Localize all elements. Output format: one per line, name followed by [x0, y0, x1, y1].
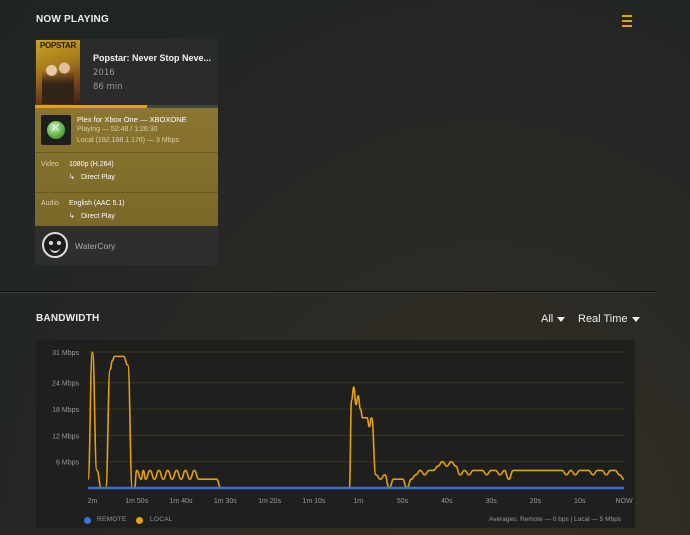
return-arrow-icon: ↳ [69, 213, 75, 220]
bandwidth-chart: 6 Mbps 12 Mbps 18 Mbps 24 Mbps 31 Mbps 2m 1m 5… [36, 340, 635, 528]
movie-duration: 86 min [93, 82, 123, 92]
local-series-line [87, 351, 625, 489]
filter-dropdown-label: All [541, 313, 554, 325]
time-range-dropdown[interactable]: Real Time [578, 313, 640, 325]
audio-value: English (AAC 5.1) [69, 200, 125, 207]
x-tick-label: 1m 30s [214, 498, 237, 505]
caret-down-icon [557, 316, 566, 322]
avatar[interactable] [42, 232, 68, 258]
y-tick-label: 24 Mbps [52, 381, 79, 388]
x-tick-label: NOW [615, 498, 633, 505]
now-playing-title: NOW PLAYING [36, 14, 109, 25]
y-tick-label: 31 Mbps [52, 350, 79, 357]
x-tick-label: 20s [530, 498, 542, 505]
audio-label: Audio [41, 200, 59, 207]
bandwidth-title: BANDWIDTH [36, 313, 100, 324]
legend-local-dot [136, 517, 143, 524]
video-label: Video [41, 161, 59, 168]
x-tick-label: 1m 10s [302, 498, 325, 505]
now-playing-card[interactable]: POPSTAR Popstar: Never Stop Neve... 2016… [35, 39, 218, 265]
x-tick-label: 1m 50s [125, 498, 148, 505]
bandwidth-chart-svg: 6 Mbps 12 Mbps 18 Mbps 24 Mbps 31 Mbps 2m 1m 5… [52, 350, 633, 505]
player-network: Local (192.168.1.176) — 3 Mbps [77, 137, 179, 144]
x-tick-label: 30s [485, 498, 497, 505]
list-view-icon[interactable] [620, 13, 634, 29]
movie-title[interactable]: Popstar: Never Stop Neve... [93, 53, 211, 63]
filter-dropdown[interactable]: All [541, 313, 566, 325]
audio-mode-text: Direct Play [81, 213, 115, 220]
y-tick-label: 18 Mbps [52, 407, 79, 414]
return-arrow-icon: ↳ [69, 174, 75, 181]
user-row[interactable]: WaterCory [35, 226, 218, 265]
bandwidth-averages: Averages: Remote — 0 bps | Local — 5 Mbp… [489, 516, 621, 523]
y-tick-label: 6 Mbps [56, 460, 79, 467]
player-name: Plex for Xbox One — XBOXONE [77, 115, 187, 124]
x-tick-label: 10s [574, 498, 586, 505]
audio-mode: ↳ Direct Play [69, 212, 115, 220]
video-value: 1080p (H.264) [69, 161, 114, 168]
xbox-icon [47, 121, 65, 139]
legend-local-label: LOCAL [150, 516, 173, 523]
section-divider [0, 291, 655, 292]
movie-header[interactable]: POPSTAR Popstar: Never Stop Neve... 2016… [35, 39, 218, 107]
movie-poster[interactable]: POPSTAR [36, 40, 80, 106]
divider [35, 152, 218, 153]
divider [35, 192, 218, 193]
video-mode-text: Direct Play [81, 174, 115, 181]
x-tick-label: 1m 40s [170, 498, 193, 505]
x-tick-label: 1m [353, 498, 363, 505]
x-tick-label: 50s [397, 498, 409, 505]
x-tick-label: 2m [88, 498, 98, 505]
time-range-label: Real Time [578, 313, 628, 325]
player-logo [41, 115, 71, 145]
legend-remote-dot [84, 517, 91, 524]
poster-art [42, 56, 74, 104]
x-tick-label: 1m 20s [258, 498, 281, 505]
y-tick-label: 12 Mbps [52, 433, 79, 440]
x-tick-label: 40s [441, 498, 453, 505]
movie-year: 2016 [93, 68, 115, 78]
legend-remote-label: REMOTE [97, 516, 127, 523]
poster-title: POPSTAR [40, 41, 76, 50]
player-state: Playing — 52:48 / 1:26:30 [77, 126, 158, 133]
video-mode: ↳ Direct Play [69, 173, 115, 181]
caret-down-icon [631, 316, 640, 322]
user-name[interactable]: WaterCory [75, 241, 115, 251]
session-details: Plex for Xbox One — XBOXONE Playing — 52… [35, 108, 218, 226]
